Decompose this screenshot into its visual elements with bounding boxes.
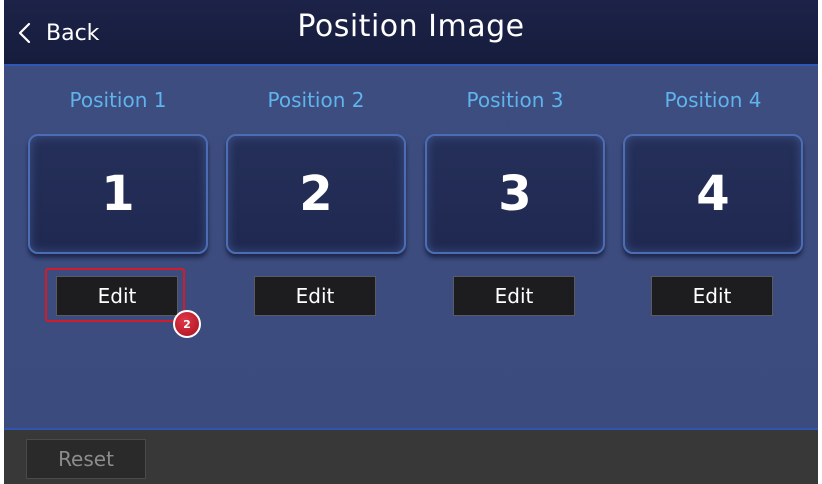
reset-button-label: Reset [58,447,114,471]
position-tile-4[interactable]: 4 [623,134,803,254]
position-tile-2[interactable]: 2 [226,134,406,254]
highlight-box [45,268,185,322]
position-label-3: Position 3 [466,88,564,112]
position-number-3: 3 [498,166,532,222]
app-frame: Back Position Image Position 1 Position … [4,0,818,484]
position-label-1: Position 1 [69,88,167,112]
position-number-2: 2 [299,166,333,222]
position-tile-1[interactable]: 1 [28,134,208,254]
edit-button-label: Edit [692,284,732,308]
edit-button-2[interactable]: Edit [254,276,376,316]
position-label-4: Position 4 [664,88,762,112]
position-number-4: 4 [696,166,730,222]
reset-button[interactable]: Reset [26,439,146,479]
edit-button-4[interactable]: Edit [651,276,773,316]
position-label-2: Position 2 [267,88,365,112]
position-number-1: 1 [101,166,135,222]
edit-button-label: Edit [494,284,534,308]
edit-button-label: Edit [295,284,335,308]
edit-button-3[interactable]: Edit [453,276,575,316]
step-marker-badge: 2 [173,310,201,338]
position-tile-3[interactable]: 3 [425,134,605,254]
page-title: Position Image [297,9,525,44]
step-marker-number: 2 [183,317,191,331]
footer-bar: Reset [4,430,818,484]
position-panel: Position 1 Position 2 Position 3 Positio… [4,66,818,430]
header-bar: Back Position Image [4,0,818,66]
